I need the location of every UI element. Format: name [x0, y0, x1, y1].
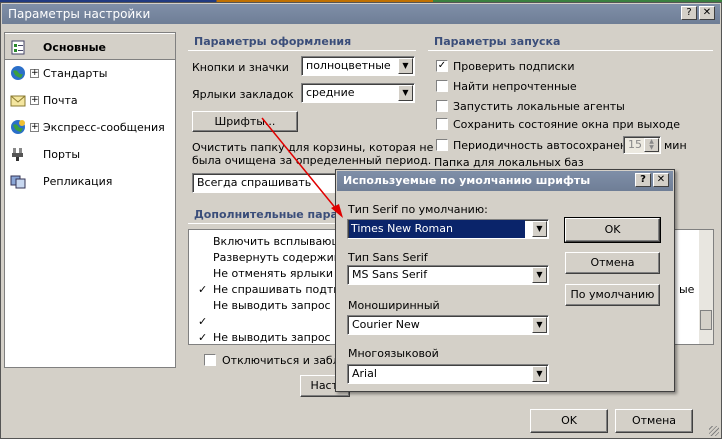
help-button[interactable]: ? — [635, 173, 651, 187]
close-button[interactable]: ✕ — [653, 173, 669, 187]
list-item[interactable]: Развернуть содержимо — [213, 251, 349, 264]
multi-select[interactable]: Arial ▼ — [347, 364, 549, 384]
buttons-icons-select[interactable]: полноцветные ▼ — [301, 56, 415, 76]
list-item[interactable]: Не выводить запрос пр — [213, 331, 348, 344]
trash-text-line2: была очищена за определенный период. — [192, 154, 432, 167]
sidebar-item-messaging[interactable]: + Экспресс-сообщения — [5, 114, 175, 141]
local-agents-label: Запустить локальные агенты — [453, 100, 625, 113]
check-mark-icon: ✓ — [198, 331, 208, 344]
startup-group-title: Параметры запуска — [428, 33, 713, 51]
serif-select[interactable]: Times New Roman ▼ — [347, 219, 549, 239]
checklist-icon — [11, 40, 25, 55]
autosave-spinner[interactable]: 15 ▲ ▼ — [623, 136, 661, 154]
dialog-default-button[interactable]: По умолчанию — [565, 284, 660, 306]
sidebar-item-ports[interactable]: Порты — [5, 141, 175, 168]
serif-value: Times New Roman — [349, 220, 525, 238]
local-agents-checkbox[interactable] — [436, 100, 448, 112]
dialog-ok-button[interactable]: OK — [564, 217, 661, 243]
dialog-cancel-button[interactable]: Отмена — [565, 252, 660, 274]
sidebar-item-mail[interactable]: + Почта — [5, 87, 175, 114]
window-title: Параметры настройки — [8, 7, 151, 21]
check-mark-icon: ✓ — [198, 315, 208, 328]
chevron-down-icon[interactable]: ▼ — [398, 85, 413, 101]
fonts-button[interactable]: Шрифты... — [192, 111, 298, 132]
local-db-label: Папка для локальных баз — [434, 156, 584, 169]
list-scrollbar[interactable] — [699, 230, 713, 344]
chevron-down-icon[interactable]: ▼ — [398, 58, 413, 74]
sidebar-item-label: Стандарты — [43, 67, 108, 80]
replication-icon — [10, 175, 26, 189]
disconnect-checkbox[interactable] — [204, 354, 216, 366]
list-item[interactable]: Не спрашивать подтвер — [213, 283, 354, 296]
additional-group-title: Дополнительные парам — [188, 206, 348, 224]
envelope-icon — [10, 95, 26, 107]
trash-text-line1: Очистить папку для корзины, которая не — [192, 141, 434, 154]
save-window-checkbox[interactable] — [436, 118, 448, 130]
spin-arrows-icon[interactable]: ▲ ▼ — [644, 138, 659, 152]
window-titlebar: Параметры настройки ? ✕ — [2, 4, 720, 24]
sidebar: Основные + Стандарты + Почта + Экспресс-… — [4, 32, 176, 368]
autosave-checkbox[interactable] — [436, 139, 448, 151]
cancel-button[interactable]: Отмена — [615, 409, 693, 433]
buttons-icons-label: Кнопки и значки — [192, 61, 289, 74]
help-button[interactable]: ? — [681, 6, 697, 20]
mono-label: Моноширинный — [348, 299, 440, 312]
appearance-group-title: Параметры оформления — [188, 33, 416, 51]
check-mark-icon: ✓ — [198, 283, 208, 296]
sans-value: MS Sans Serif — [352, 268, 428, 281]
sidebar-item-standards[interactable]: + Стандарты — [5, 60, 175, 87]
sidebar-item-label: Порты — [43, 148, 81, 161]
globe-chat-icon — [11, 120, 25, 134]
expand-icon[interactable]: + — [30, 69, 39, 78]
autosave-label: Периодичность автосохранения — [453, 139, 641, 152]
check-subscriptions-label: Проверить подписки — [453, 60, 575, 73]
sidebar-item-replication[interactable]: Репликация — [5, 168, 175, 195]
sans-label: Тип Sans Serif — [348, 251, 428, 264]
sidebar-item-label: Почта — [43, 94, 78, 107]
sans-select[interactable]: MS Sans Serif ▼ — [347, 265, 549, 285]
sidebar-item-label: Экспресс-сообщения — [43, 121, 165, 134]
ok-button[interactable]: OK — [530, 409, 608, 433]
list-item-fragment: ые — [679, 283, 695, 296]
serif-label: Тип Serif по умолчанию: — [348, 203, 488, 216]
multi-label: Многоязыковой — [348, 347, 439, 360]
trash-select[interactable]: Всегда спрашивать — [192, 173, 342, 193]
expand-icon[interactable]: + — [30, 123, 39, 132]
sidebar-item-basic[interactable]: Основные — [5, 33, 175, 60]
tab-labels-value: средние — [306, 86, 355, 99]
multi-value: Arial — [352, 367, 377, 380]
expand-icon[interactable]: + — [30, 96, 39, 105]
chevron-down-icon[interactable]: ▼ — [532, 267, 547, 283]
save-window-label: Сохранить состояние окна при выходе — [453, 118, 680, 131]
plug-icon — [12, 148, 23, 161]
buttons-icons-value: полноцветные — [306, 59, 391, 72]
autosave-value: 15 — [628, 138, 642, 151]
chevron-down-icon[interactable]: ▼ — [532, 317, 547, 333]
scrollbar-thumb[interactable] — [700, 310, 712, 330]
globe-icon — [11, 66, 25, 80]
autosave-unit: мин — [664, 139, 687, 152]
resize-grip-icon[interactable] — [709, 426, 719, 436]
find-unread-label: Найти непрочтенные — [453, 80, 577, 93]
mono-select[interactable]: Courier New ▼ — [347, 315, 549, 335]
tab-labels-label: Ярлыки закладок — [192, 88, 294, 101]
trash-value: Всегда спрашивать — [197, 176, 312, 189]
list-item[interactable]: Не отменять ярлыки в д — [213, 267, 354, 280]
close-button[interactable]: ✕ — [699, 6, 715, 20]
font-dialog: Используемые по умолчанию шрифты ? ✕ Тип… — [335, 169, 675, 392]
list-item[interactable]: Включить всплывающи — [213, 235, 349, 248]
chevron-down-icon[interactable]: ▼ — [532, 221, 547, 237]
mono-value: Courier New — [352, 318, 420, 331]
sidebar-item-label: Репликация — [43, 175, 113, 188]
tab-labels-select[interactable]: средние ▼ — [301, 83, 415, 103]
chevron-down-icon[interactable]: ▼ — [532, 366, 547, 382]
list-item[interactable]: Не выводить запрос пр — [213, 299, 348, 312]
font-dialog-titlebar: Используемые по умолчанию шрифты ? ✕ — [337, 171, 673, 191]
font-dialog-title: Используемые по умолчанию шрифты — [343, 174, 591, 187]
disconnect-label: Отключиться и заблок — [222, 354, 354, 367]
find-unread-checkbox[interactable] — [436, 80, 448, 92]
check-subscriptions-checkbox[interactable]: ✓ — [436, 60, 448, 72]
sidebar-item-label: Основные — [43, 41, 106, 54]
